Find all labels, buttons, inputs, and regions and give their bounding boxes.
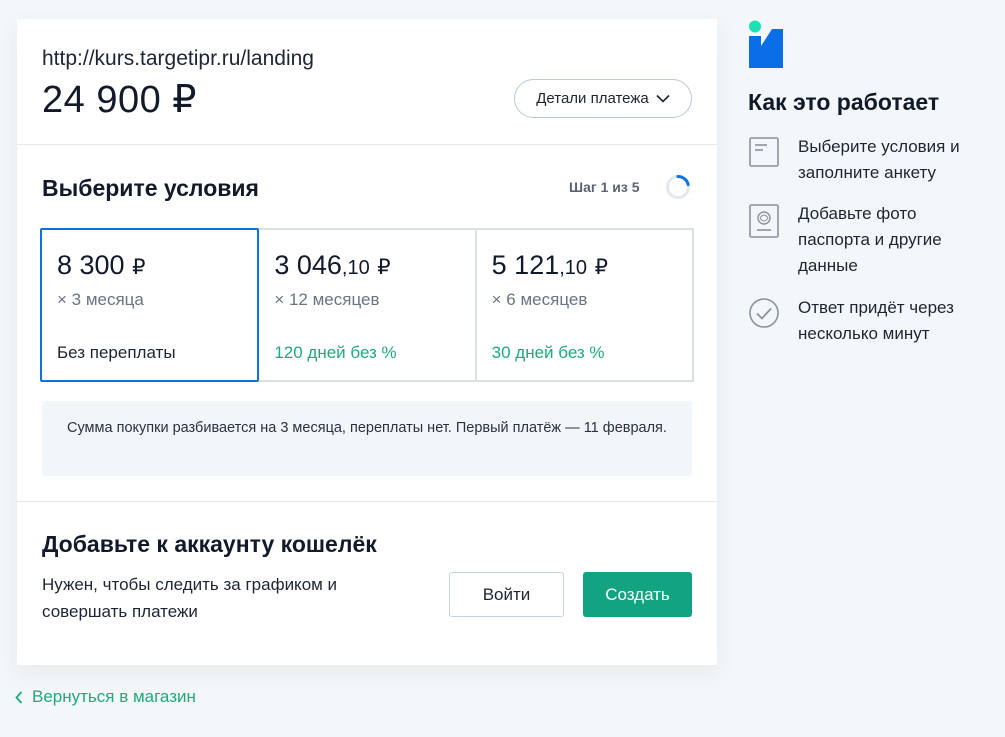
- divider: [17, 144, 717, 145]
- back-to-shop-link[interactable]: Вернуться в магазин: [15, 687, 196, 707]
- payment-details-label: Детали платежа: [536, 90, 649, 107]
- how-step-passport: Добавьте фото паспорта и другие данные: [748, 201, 988, 279]
- plan-amount: 3 046,10 ₽: [274, 250, 391, 280]
- back-link-label: Вернуться в магазин: [32, 687, 196, 706]
- plan-term: × 12 месяцев: [274, 290, 380, 309]
- plan-amount: 5 121,10 ₽: [491, 250, 608, 280]
- chevron-down-icon: [656, 94, 670, 103]
- login-button[interactable]: Войти: [449, 572, 564, 617]
- form-icon: [749, 137, 779, 167]
- wallet-description: Нужен, чтобы следить за графиком и совер…: [42, 575, 338, 621]
- plan-term: × 3 месяца: [57, 290, 144, 309]
- plan-term: × 6 месяцев: [491, 290, 588, 309]
- how-step-conditions: Выберите условия и заполните анкету: [748, 134, 988, 186]
- terms-title: Выберите условия: [42, 175, 259, 201]
- how-it-works-title: Как это работает: [748, 89, 940, 115]
- plan-note: 120 дней без %: [274, 343, 397, 362]
- plan-note: Без переплаты: [57, 343, 176, 362]
- how-step-text: Добавьте фото паспорта и другие данные: [798, 204, 942, 275]
- create-wallet-button[interactable]: Создать: [583, 572, 692, 617]
- plan-amount: 8 300 ₽: [57, 250, 146, 280]
- payment-card: http://kurs.targetipr.ru/landing 24 900 …: [17, 19, 717, 665]
- payment-details-button[interactable]: Детали платежа: [514, 79, 692, 118]
- payment-amount: 24 900 ₽: [42, 79, 197, 121]
- plan-option-6-months[interactable]: 5 121,10 ₽ × 6 месяцев 30 дней без %: [474, 228, 694, 382]
- how-step-text: Выберите условия и заполните анкету: [798, 137, 960, 182]
- divider: [17, 501, 717, 502]
- plan-options: 8 300 ₽ × 3 месяца Без переплаты 3 046,1…: [40, 228, 694, 382]
- check-circle-icon: [749, 298, 779, 328]
- how-step-answer: Ответ придёт через несколько минут: [748, 295, 988, 347]
- merchant-url: http://kurs.targetipr.ru/landing: [42, 47, 314, 70]
- plan-option-12-months[interactable]: 3 046,10 ₽ × 12 месяцев 120 дней без %: [257, 228, 477, 382]
- passport-icon: [749, 204, 779, 238]
- step-progress-ring-icon: [666, 175, 690, 199]
- wallet-title: Добавьте к аккаунту кошелёк: [42, 531, 377, 557]
- brand-logo-icon: [749, 20, 783, 68]
- plan-info-text: Сумма покупки разбивается на 3 месяца, п…: [42, 401, 692, 476]
- how-step-text: Ответ придёт через несколько минут: [798, 298, 954, 343]
- step-indicator: Шаг 1 из 5: [569, 179, 640, 195]
- chevron-left-icon: [15, 690, 23, 704]
- plan-option-3-months[interactable]: 8 300 ₽ × 3 месяца Без переплаты: [40, 228, 260, 382]
- plan-note: 30 дней без %: [491, 343, 605, 362]
